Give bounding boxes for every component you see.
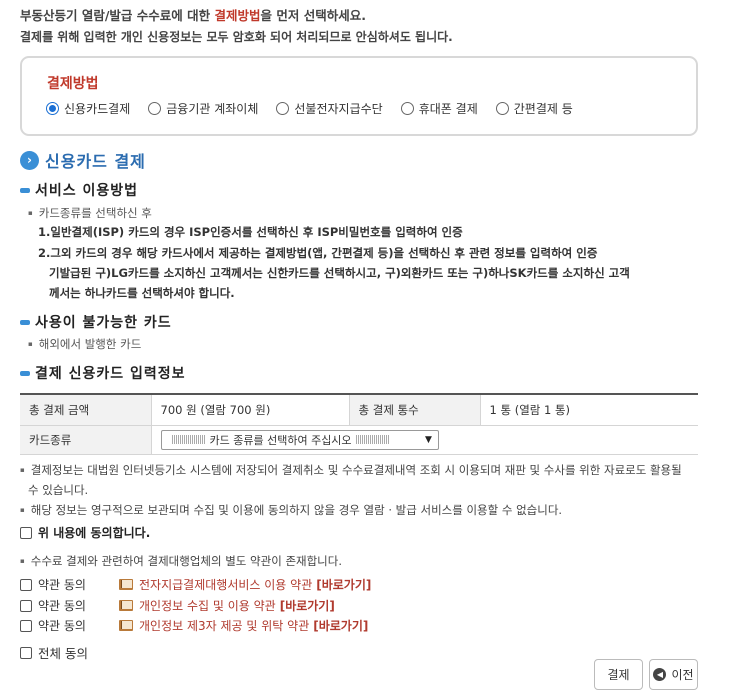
card-type-cell: 카드 종류를 선택하여 주십시오 ▼	[150, 425, 698, 455]
prev-button[interactable]: ◀ 이전	[649, 659, 698, 690]
heading-bar-icon	[20, 187, 30, 193]
back-arrow-icon: ◀	[653, 668, 667, 681]
terms-agree-label: 약관 동의	[38, 619, 86, 633]
usage-heading-text: 서비스 이용방법	[35, 183, 139, 199]
payment-option-label: 금융기관 계좌이체	[166, 102, 259, 116]
terms-title: 개인정보 수집 및 이용 약관	[139, 599, 276, 613]
unusable-heading-text: 사용이 불가능한 카드	[35, 315, 172, 331]
prev-button-label: 이전	[671, 668, 694, 682]
chevron-down-icon: ▼	[425, 434, 432, 445]
card-info-table: 총 결제 금액 700 원 (열람 700 원) 총 결제 통수 1 통 (열람…	[20, 393, 698, 455]
card-info-heading-text: 결제 신용카드 입력정보	[35, 366, 186, 382]
select-decor	[171, 435, 206, 444]
radio-button[interactable]	[495, 102, 509, 115]
card-type-label: 카드종류	[20, 425, 151, 455]
payment-method-options: 신용카드결제 금융기관 계좌이체 선불전자지급수단 휴대폰 결제 간편결제 등	[46, 100, 591, 117]
intro: 부동산등기 열람/발급 수수료에 대한 결제방법을 먼저 선택하세요. 결제를 …	[20, 6, 720, 47]
terms-title: 개인정보 제3자 제공 및 위탁 약관	[139, 619, 310, 633]
intro-emphasis: 결제방법	[214, 8, 261, 23]
card-type-select[interactable]: 카드 종류를 선택하여 주십시오 ▼	[160, 429, 439, 450]
book-icon	[119, 599, 134, 612]
agree-above-checkbox[interactable]	[20, 526, 32, 539]
terms-agree-label: 약관 동의	[38, 578, 86, 592]
terms-row: 약관 동의 개인정보 제3자 제공 및 위탁 약관 [바로가기]	[20, 617, 368, 634]
book-icon	[119, 619, 134, 632]
terms-checkbox[interactable]	[20, 599, 32, 612]
agree-above-label: 위 내용에 동의합니다.	[38, 526, 151, 540]
card-info-heading: 결제 신용카드 입력정보	[20, 363, 186, 383]
terms-go-link[interactable]: [바로가기]	[316, 578, 371, 592]
unusable-bullet: 해외에서 발행한 카드	[28, 336, 142, 352]
payment-option-card[interactable]: 신용카드결제	[46, 100, 130, 117]
heading-bar-icon	[20, 370, 30, 376]
terms-row: 약관 동의 전자지급결제대행서비스 이용 약관 [바로가기]	[20, 576, 371, 593]
radio-button[interactable]	[276, 102, 290, 115]
payment-option-label: 신용카드결제	[64, 102, 131, 116]
unusable-heading: 사용이 불가능한 카드	[20, 312, 172, 332]
terms-go-link[interactable]: [바로가기]	[313, 619, 368, 633]
usage-step-1: 1.일반결제(ISP) 카드의 경우 ISP인증서를 선택하신 후 ISP비밀번…	[38, 225, 463, 239]
agree-above-row[interactable]: 위 내용에 동의합니다.	[20, 524, 150, 541]
section-title: › 신용카드 결제	[20, 148, 146, 172]
heading-bar-icon	[20, 319, 30, 325]
intro-text: 부동산등기 열람/발급 수수료에 대한	[20, 8, 215, 23]
terms-agree-label: 약관 동의	[38, 599, 86, 613]
terms-title: 전자지급결제대행서비스 이용 약관	[139, 578, 313, 592]
payment-option-phone[interactable]: 휴대폰 결제	[400, 100, 478, 117]
radio-button[interactable]	[148, 102, 162, 115]
table-row: 카드종류 카드 종류를 선택하여 주십시오 ▼	[20, 425, 698, 455]
usage-bullet: 카드종류를 선택하신 후	[28, 205, 152, 221]
intro-line-1: 부동산등기 열람/발급 수수료에 대한 결제방법을 먼저 선택하세요.	[20, 6, 720, 26]
total-amount-value: 700 원 (열람 700 원)	[150, 394, 349, 426]
total-amount-label: 총 결제 금액	[20, 394, 151, 426]
intro-text: 을 먼저 선택하세요.	[260, 8, 366, 23]
notice-1: 결제정보는 대법원 인터넷등기소 시스템에 저장되어 결제취소 및 수수료결제내…	[20, 460, 682, 482]
usage-step-2-cont: 께서는 하나카드를 선택하셔야 합니다.	[49, 286, 235, 300]
payment-method-title: 결제방법	[47, 76, 99, 92]
payment-option-easy[interactable]: 간편결제 등	[495, 100, 573, 117]
total-count-value: 1 통 (열람 1 통)	[479, 394, 698, 426]
book-icon	[119, 578, 134, 591]
usage-step-2-cont: 기발급된 구)LG카드를 소지하신 고객께서는 신한카드를 선택하시고, 구)외…	[49, 266, 630, 280]
table-row: 총 결제 금액 700 원 (열람 700 원) 총 결제 통수 1 통 (열람…	[20, 394, 698, 426]
radio-button[interactable]	[400, 102, 414, 115]
payment-option-label: 휴대폰 결제	[418, 102, 478, 116]
pay-button[interactable]: 결제	[594, 659, 643, 690]
usage-step-2: 2.그외 카드의 경우 해당 카드사에서 제공하는 결제방법(앱, 간편결제 등…	[38, 246, 598, 260]
terms-link[interactable]: 개인정보 제3자 제공 및 위탁 약관 [바로가기]	[139, 617, 368, 634]
intro-line-2: 결제를 위해 입력한 개인 신용정보는 모두 암호화 되어 처리되므로 안심하셔…	[20, 30, 453, 44]
terms-link[interactable]: 개인정보 수집 및 이용 약관 [바로가기]	[139, 597, 335, 614]
terms-checkbox[interactable]	[20, 578, 32, 591]
agree-all-checkbox[interactable]	[20, 646, 32, 659]
section-title-text: 신용카드 결제	[45, 152, 146, 171]
usage-heading: 서비스 이용방법	[20, 180, 138, 200]
notice-1-cont: 수 있습니다.	[28, 483, 89, 497]
notice-2: 해당 정보는 영구적으로 보관되며 수집 및 이용에 동의하지 않을 경우 열람…	[20, 500, 562, 522]
payment-option-prepaid[interactable]: 선불전자지급수단	[276, 100, 383, 117]
agree-all-row[interactable]: 전체 동의	[20, 643, 88, 662]
notice-3: 수수료 결제와 관련하여 결제대행업체의 별도 약관이 존재합니다.	[20, 551, 342, 573]
radio-button[interactable]	[46, 102, 59, 115]
payment-option-bank[interactable]: 금융기관 계좌이체	[148, 100, 258, 117]
payment-option-label: 선불전자지급수단	[294, 102, 383, 116]
terms-go-link[interactable]: [바로가기]	[280, 599, 335, 613]
card-type-selected: 카드 종류를 선택하여 주십시오	[209, 433, 352, 447]
chevron-right-icon: ›	[20, 150, 39, 170]
payment-method-box: 결제방법 신용카드결제 금융기관 계좌이체 선불전자지급수단 휴대폰 결제 간편…	[20, 56, 698, 136]
agree-all-label: 전체 동의	[38, 646, 88, 661]
total-count-label: 총 결제 통수	[348, 394, 480, 426]
terms-row: 약관 동의 개인정보 수집 및 이용 약관 [바로가기]	[20, 597, 335, 614]
terms-link[interactable]: 전자지급결제대행서비스 이용 약관 [바로가기]	[139, 576, 371, 593]
payment-option-label: 간편결제 등	[513, 102, 573, 116]
terms-checkbox[interactable]	[20, 619, 32, 632]
select-decor	[355, 435, 390, 444]
